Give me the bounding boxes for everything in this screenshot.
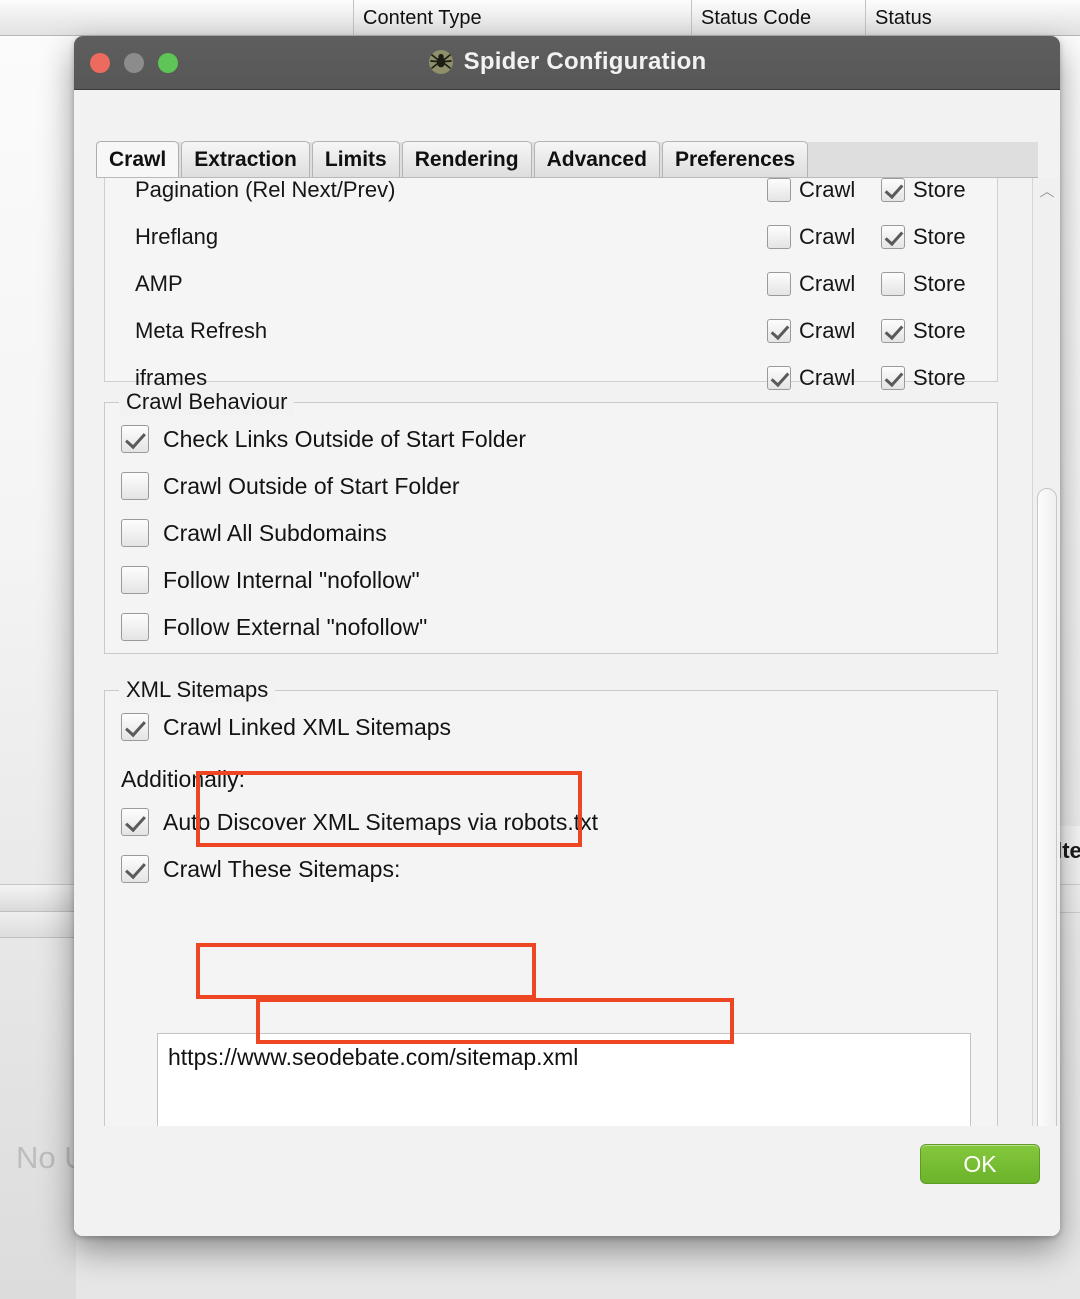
checkbox[interactable] (121, 808, 149, 836)
table-column-header-status[interactable]: Status (866, 0, 1080, 36)
checkbox[interactable] (121, 472, 149, 500)
store-option[interactable]: Store (881, 271, 966, 297)
store-checkbox[interactable] (881, 225, 905, 249)
option-label: Crawl Linked XML Sitemaps (163, 713, 452, 740)
link-types-panel: Pagination (Rel Next/Prev) Crawl Store H… (104, 178, 999, 390)
crawl-label: Crawl (799, 318, 856, 343)
ok-button[interactable]: OK (920, 1144, 1040, 1184)
crawl-checkbox[interactable] (767, 366, 791, 390)
scroll-content: Pagination (Rel Next/Prev) Crawl Store H… (96, 178, 1006, 1180)
option-crawl-these-sitemaps[interactable]: Crawl These Sitemaps: (121, 855, 400, 883)
option-label: Check Links Outside of Start Folder (163, 425, 527, 452)
scrollbar-thumb[interactable] (1037, 488, 1057, 1148)
crawl-checkbox[interactable] (767, 272, 791, 296)
crawl-option[interactable]: Crawl (767, 271, 855, 297)
store-checkbox[interactable] (881, 319, 905, 343)
table-column-header-status-code[interactable]: Status Code (692, 0, 866, 36)
checkbox[interactable] (121, 613, 149, 641)
table-row: AMP Crawl Store (105, 261, 999, 308)
tab-advanced[interactable]: Advanced (533, 141, 660, 177)
option-check-links-outside-start-folder[interactable]: Check Links Outside of Start Folder (121, 425, 526, 453)
store-checkbox[interactable] (881, 366, 905, 390)
store-label: Store (913, 271, 966, 296)
dialog-title-bar[interactable]: Spider Configuration (74, 36, 1060, 90)
option-label: Crawl All Subdomains (163, 519, 387, 546)
option-label: Auto Discover XML Sitemaps via robots.tx… (163, 808, 599, 835)
table-row: Meta Refresh Crawl Store (105, 308, 999, 355)
crawl-checkbox[interactable] (767, 319, 791, 343)
table-column-header-content-type[interactable]: Content Type (354, 0, 692, 36)
crawl-option[interactable]: Crawl (767, 318, 855, 344)
link-type-label: AMP (135, 271, 183, 296)
checkbox[interactable] (121, 425, 149, 453)
store-option[interactable]: Store (881, 178, 966, 203)
tab-preferences[interactable]: Preferences (661, 141, 809, 177)
option-follow-external-nofollow[interactable]: Follow External "nofollow" (121, 613, 427, 641)
crawl-label: Crawl (799, 365, 856, 390)
tab-bar: Crawl Extraction Limits Rendering Advanc… (96, 141, 1038, 178)
option-label: Crawl Outside of Start Folder (163, 472, 460, 499)
vertical-scrollbar[interactable]: ︿ ﹀ (1032, 178, 1060, 1180)
scroll-up-button[interactable]: ︿ (1033, 178, 1060, 204)
store-option[interactable]: Store (881, 318, 966, 344)
crawl-behaviour-group: Crawl Behaviour Check Links Outside of S… (104, 389, 998, 654)
store-checkbox[interactable] (881, 272, 905, 296)
spider-configuration-dialog: Spider Configuration Crawl Extraction Li… (74, 36, 1060, 1236)
store-checkbox[interactable] (881, 178, 905, 202)
option-label: Follow External "nofollow" (163, 613, 428, 640)
background-left-strip (0, 36, 76, 1299)
link-type-label: Hreflang (135, 224, 219, 249)
sitemap-url-value: https://www.seodebate.com/sitemap.xml (168, 1044, 579, 1070)
option-crawl-linked-xml-sitemaps[interactable]: Crawl Linked XML Sitemaps (121, 713, 451, 741)
option-auto-discover-xml-sitemaps[interactable]: Auto Discover XML Sitemaps via robots.tx… (121, 808, 598, 836)
checkbox[interactable] (121, 519, 149, 547)
link-type-label: Meta Refresh (135, 318, 268, 343)
table-row: Pagination (Rel Next/Prev) Crawl Store (105, 178, 999, 214)
crawl-label: Crawl (799, 271, 856, 296)
crawl-checkbox[interactable] (767, 178, 791, 202)
crawl-label: Crawl (799, 224, 856, 249)
store-label: Store (913, 178, 966, 202)
option-label: Follow Internal "nofollow" (163, 566, 420, 593)
checkbox[interactable] (121, 855, 149, 883)
option-crawl-all-subdomains[interactable]: Crawl All Subdomains (121, 519, 387, 547)
crawl-checkbox[interactable] (767, 225, 791, 249)
xml-sitemaps-legend: XML Sitemaps (119, 677, 276, 703)
checkbox[interactable] (121, 713, 149, 741)
crawl-option[interactable]: Crawl (767, 178, 855, 203)
table-row: Hreflang Crawl Store (105, 214, 999, 261)
tab-extraction[interactable]: Extraction (181, 141, 310, 177)
option-follow-internal-nofollow[interactable]: Follow Internal "nofollow" (121, 566, 420, 594)
dialog-footer: OK (74, 1126, 1060, 1236)
table-column-header-blank[interactable] (0, 0, 354, 36)
store-label: Store (913, 318, 966, 343)
option-crawl-outside-start-folder[interactable]: Crawl Outside of Start Folder (121, 472, 460, 500)
dialog-title-group: Spider Configuration (74, 48, 1060, 76)
chevron-up-icon: ︿ (1039, 182, 1055, 200)
store-label: Store (913, 224, 966, 249)
store-label: Store (913, 365, 966, 390)
link-type-label: Pagination (Rel Next/Prev) (135, 178, 396, 202)
xml-sitemaps-group: XML Sitemaps Crawl Linked XML Sitemaps A… (104, 677, 998, 1180)
dialog-title: Spider Configuration (463, 48, 707, 75)
dialog-body: Crawl Extraction Limits Rendering Advanc… (74, 90, 1060, 1236)
link-type-label: iframes (135, 365, 208, 390)
additionally-label: Additionally: (121, 766, 246, 792)
tab-rendering[interactable]: Rendering (401, 141, 532, 177)
background-toolbar-strip-upper (0, 884, 76, 912)
store-option[interactable]: Store (881, 365, 966, 391)
tab-limits[interactable]: Limits (311, 141, 400, 177)
option-label: Crawl These Sitemaps: (163, 855, 401, 882)
background-table-header: Content Type Status Code Status (0, 0, 1080, 36)
checkbox[interactable] (121, 566, 149, 594)
crawl-label: Crawl (799, 178, 856, 202)
spider-icon (428, 50, 453, 74)
crawl-behaviour-legend: Crawl Behaviour (119, 389, 295, 415)
crawl-tab-content: Pagination (Rel Next/Prev) Crawl Store H… (96, 178, 1038, 1180)
crawl-option[interactable]: Crawl (767, 365, 855, 391)
tab-crawl[interactable]: Crawl (96, 141, 180, 177)
background-toolbar-strip-lower (0, 912, 76, 938)
crawl-option[interactable]: Crawl (767, 224, 855, 250)
store-option[interactable]: Store (881, 224, 966, 250)
